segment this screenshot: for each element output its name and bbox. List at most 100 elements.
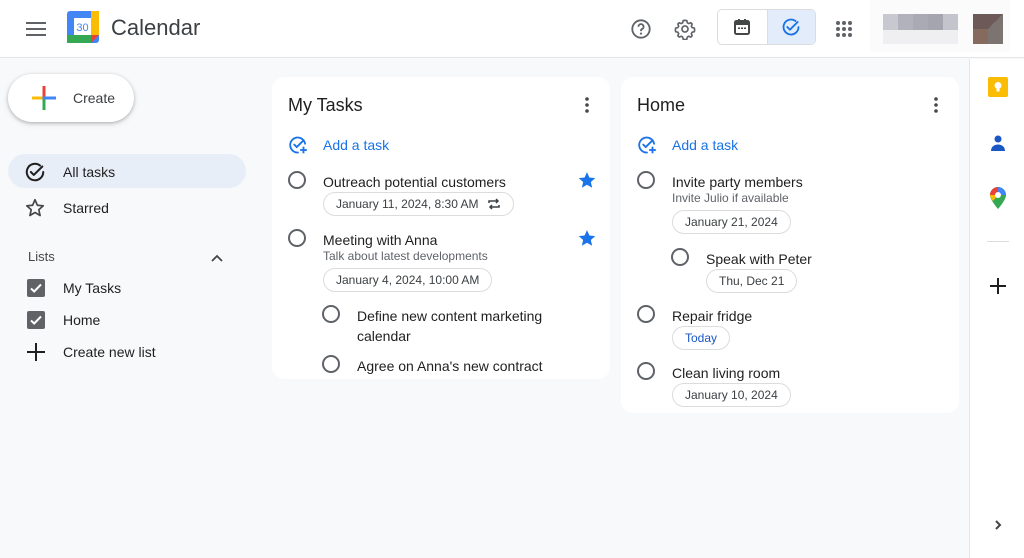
settings-button[interactable] xyxy=(670,14,700,44)
task-date-chip[interactable]: January 21, 2024 xyxy=(672,210,791,234)
complete-task-radio[interactable] xyxy=(322,355,340,373)
create-plus-icon xyxy=(32,86,56,110)
checkbox-checked-icon[interactable] xyxy=(27,279,45,297)
sidebar-item-all-tasks[interactable]: All tasks xyxy=(8,154,246,188)
task-item[interactable]: Clean living room January 10, 2024 xyxy=(637,362,947,408)
calendar-view-icon xyxy=(734,19,751,35)
subtask-item[interactable]: Agree on Anna's new contract xyxy=(322,355,582,377)
settings-icon xyxy=(674,19,696,40)
list-options-button[interactable] xyxy=(926,95,946,115)
calendar-logo[interactable]: 30 xyxy=(67,11,99,43)
add-task-icon xyxy=(638,136,656,154)
complete-task-radio[interactable] xyxy=(288,171,306,189)
view-switcher xyxy=(717,9,816,45)
calendar-logo-icon: 30 xyxy=(67,11,99,43)
subtask-item[interactable]: Speak with Peter Thu, Dec 21 xyxy=(671,248,947,294)
create-list-label: Create new list xyxy=(63,344,156,360)
star-filled-icon[interactable] xyxy=(577,228,597,248)
menu-icon xyxy=(26,22,46,36)
task-date-chip[interactable]: Thu, Dec 21 xyxy=(706,269,798,293)
expand-side-panel-button[interactable] xyxy=(987,514,1009,536)
sidebar-item-label: All tasks xyxy=(63,164,116,180)
plus-icon xyxy=(27,343,45,361)
task-date-chip[interactable]: Today xyxy=(672,326,731,350)
star-outline-icon xyxy=(25,198,45,217)
list-label: My Tasks xyxy=(63,280,122,296)
task-title: Outreach potential customers xyxy=(323,174,506,190)
task-date-chip[interactable]: January 4, 2024, 10:00 AM xyxy=(323,268,493,292)
task-date-chip[interactable]: January 10, 2024 xyxy=(672,383,791,407)
complete-task-radio[interactable] xyxy=(637,171,655,189)
task-title: Invite party members xyxy=(672,174,803,190)
create-label: Create xyxy=(73,90,116,106)
avatar[interactable] xyxy=(973,14,1003,44)
list-toggle-home[interactable]: Home xyxy=(24,307,244,333)
create-button[interactable]: Create xyxy=(8,74,134,122)
keep-button[interactable] xyxy=(987,76,1009,98)
app-title: Calendar xyxy=(111,15,201,40)
task-item[interactable]: Outreach potential customers January 11,… xyxy=(288,171,598,217)
tasks-view-button[interactable] xyxy=(766,10,815,44)
task-date: Today xyxy=(685,331,718,345)
list-label: Home xyxy=(63,312,101,328)
subtask-item[interactable]: Define new content marketing calendar xyxy=(322,305,582,345)
task-title: Speak with Peter xyxy=(706,251,812,267)
apps-grid-icon xyxy=(836,21,852,37)
side-panel-rail xyxy=(969,59,1024,558)
more-vert-icon xyxy=(934,97,938,113)
checkbox-checked-icon[interactable] xyxy=(27,311,45,329)
task-date: January 11, 2024, 8:30 AM xyxy=(336,197,479,211)
complete-task-radio[interactable] xyxy=(322,305,340,323)
task-notes: Talk about latest developments xyxy=(323,249,488,263)
top-bar: 30 Calendar xyxy=(0,0,1024,58)
task-date: January 10, 2024 xyxy=(685,388,778,402)
more-vert-icon xyxy=(585,97,589,113)
task-list-card-my-tasks: My Tasks Add a task Outreach potential c… xyxy=(272,77,610,379)
list-toggle-my-tasks[interactable]: My Tasks xyxy=(24,275,244,301)
account-email-redacted xyxy=(883,30,958,44)
star-filled-icon[interactable] xyxy=(577,170,597,190)
maps-icon xyxy=(990,187,1006,209)
chevron-right-icon xyxy=(995,520,1002,530)
rail-divider xyxy=(987,241,1009,242)
add-task-icon xyxy=(289,136,307,154)
list-options-button[interactable] xyxy=(577,95,597,115)
task-date: January 21, 2024 xyxy=(685,215,778,229)
task-title: Meeting with Anna xyxy=(323,232,438,248)
get-add-ons-button[interactable] xyxy=(987,275,1009,297)
task-title: Clean living room xyxy=(672,365,781,381)
lists-collapse-button[interactable] xyxy=(206,247,228,269)
task-item[interactable]: Invite party members Invite Julio if ava… xyxy=(637,171,947,237)
task-item[interactable]: Repair fridge Today xyxy=(637,305,947,351)
help-icon xyxy=(631,19,651,39)
task-date: Thu, Dec 21 xyxy=(719,274,785,288)
task-item[interactable]: Meeting with Anna Talk about latest deve… xyxy=(288,229,598,295)
complete-task-radio[interactable] xyxy=(671,248,689,266)
add-task-label: Add a task xyxy=(672,137,739,153)
task-title: Define new content marketing calendar xyxy=(357,308,543,344)
keep-icon xyxy=(988,77,1008,97)
card-title: My Tasks xyxy=(288,95,363,115)
help-button[interactable] xyxy=(626,14,656,44)
complete-task-radio[interactable] xyxy=(637,362,655,380)
sidebar-item-starred[interactable]: Starred xyxy=(8,190,246,224)
main-menu-button[interactable] xyxy=(22,15,50,43)
contacts-icon xyxy=(991,135,1005,151)
contacts-button[interactable] xyxy=(987,132,1009,154)
svg-text:30: 30 xyxy=(76,22,88,34)
maps-button[interactable] xyxy=(987,187,1009,209)
add-task-button[interactable]: Add a task xyxy=(288,133,488,157)
calendar-view-button[interactable] xyxy=(718,10,767,44)
add-task-label: Add a task xyxy=(323,137,390,153)
task-list-card-home: Home Add a task Invite party members Inv… xyxy=(621,77,959,413)
add-task-button[interactable]: Add a task xyxy=(637,133,837,157)
complete-task-radio[interactable] xyxy=(637,305,655,323)
apps-button[interactable] xyxy=(829,14,859,44)
complete-task-radio[interactable] xyxy=(288,229,306,247)
task-date-chip[interactable]: January 11, 2024, 8:30 AM xyxy=(323,192,514,216)
task-title: Agree on Anna's new contract xyxy=(357,358,543,374)
create-new-list-button[interactable]: Create new list xyxy=(24,339,244,365)
sidebar-item-label: Starred xyxy=(63,200,109,216)
chevron-up-icon xyxy=(211,254,223,262)
lists-header: Lists xyxy=(28,249,55,264)
